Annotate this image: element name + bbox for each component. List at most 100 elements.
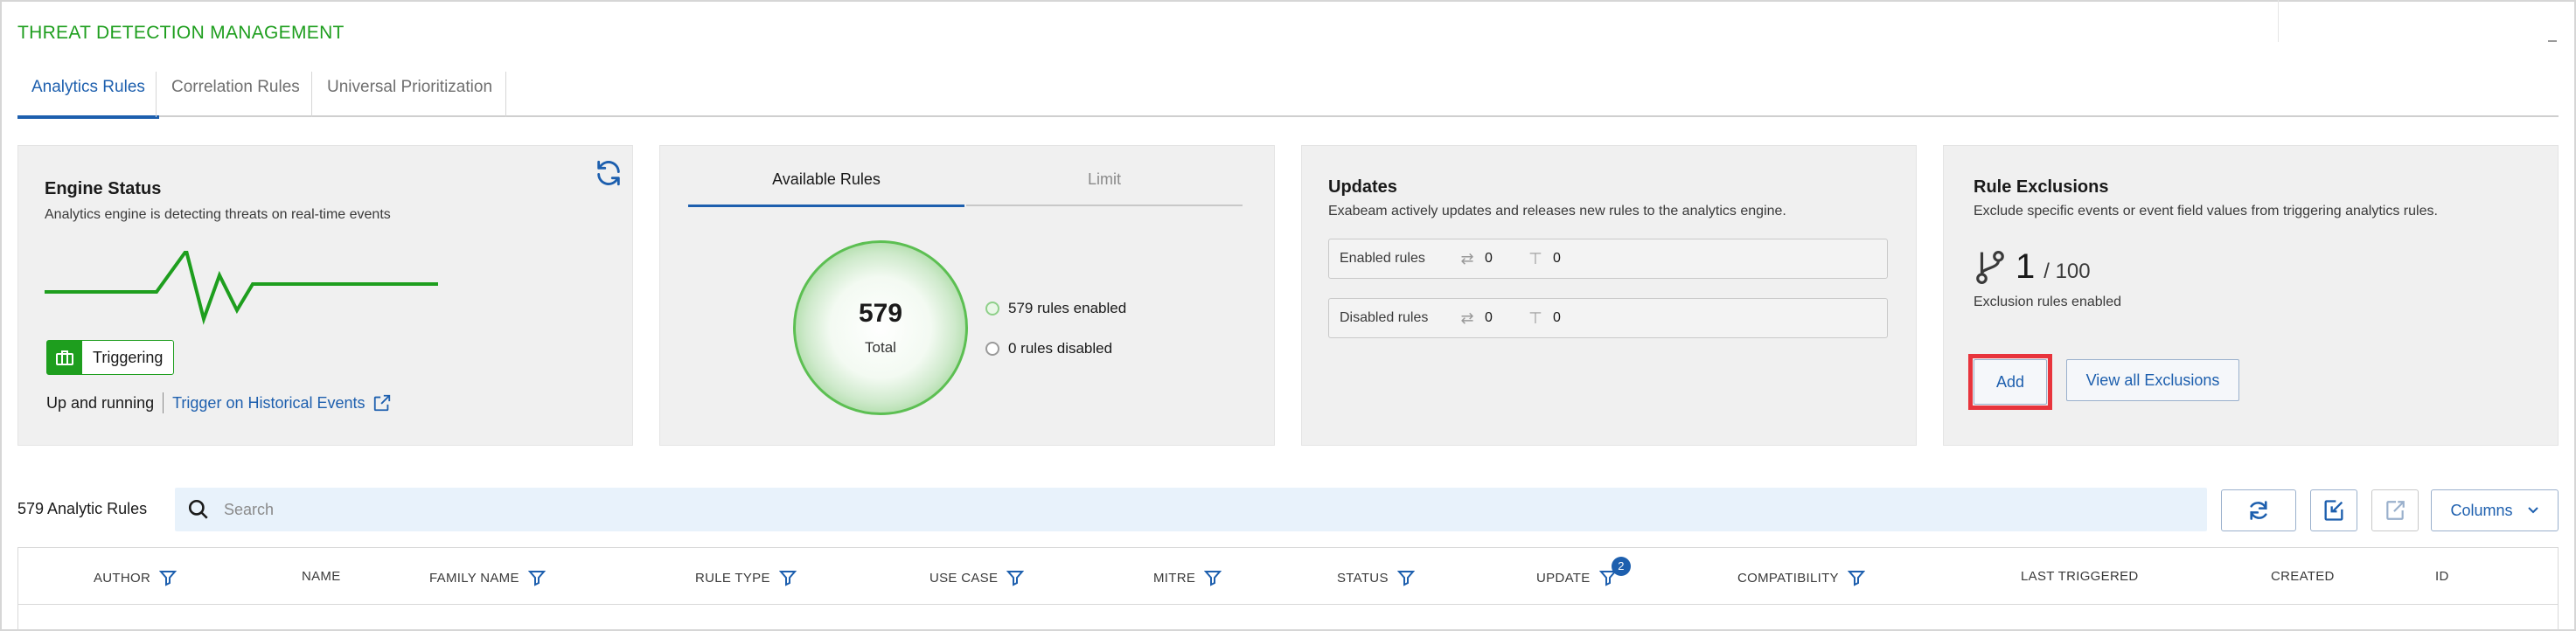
engine-status-card: Engine Status Analytics engine is detect… bbox=[17, 145, 633, 446]
rules-donut-chart: 579 Total bbox=[793, 240, 968, 415]
updates-card: Updates Exabeam actively updates and rel… bbox=[1301, 145, 1917, 446]
filter-icon[interactable] bbox=[1006, 569, 1025, 586]
column-created: CREATED bbox=[2271, 569, 2335, 584]
table-refresh-button[interactable] bbox=[2221, 489, 2296, 531]
column-use-case-label: USE CASE bbox=[929, 570, 999, 586]
column-rule-type-label: RULE TYPE bbox=[695, 570, 770, 586]
columns-label: Columns bbox=[2450, 501, 2513, 519]
tab-universal-prioritization[interactable]: Universal Prioritization bbox=[313, 72, 506, 117]
column-author-label: AUTHOR bbox=[94, 570, 151, 586]
column-created-label: CREATED bbox=[2271, 569, 2335, 584]
column-family-name-label: FAMILY NAME bbox=[429, 570, 519, 586]
rules-total-label: Total bbox=[865, 339, 896, 356]
exclusion-count-value: 1 bbox=[2016, 247, 2036, 286]
tab-divider bbox=[156, 72, 157, 117]
tab-limit[interactable]: Limit bbox=[966, 170, 1243, 206]
search-bar bbox=[175, 488, 2207, 531]
update-filter-badge: 2 bbox=[1612, 557, 1631, 576]
enabled-rules-updates[interactable]: Enabled rules ⇄ 0 ⊤ 0 bbox=[1328, 239, 1888, 279]
disabled-new-count: 0 bbox=[1553, 310, 1561, 325]
status-badge-label: Triggering bbox=[93, 348, 164, 366]
column-name: NAME bbox=[302, 569, 341, 584]
search-icon bbox=[188, 499, 208, 519]
chevron-down-icon bbox=[2527, 507, 2538, 514]
column-id: ID bbox=[2435, 569, 2449, 584]
exclusion-limit: / 100 bbox=[2043, 260, 2091, 283]
tab-divider bbox=[505, 72, 506, 117]
refresh-icon[interactable] bbox=[594, 158, 623, 188]
engine-status-title: Engine Status bbox=[45, 179, 162, 198]
tab-analytics-rules[interactable]: Analytics Rules bbox=[17, 72, 159, 119]
minimize-icon[interactable] bbox=[2548, 40, 2557, 42]
import-icon bbox=[2324, 500, 2343, 521]
new-rule-icon: ⊤ bbox=[1528, 249, 1542, 267]
table-header: AUTHOR NAME FAMILY NAME RULE TYPE USE CA… bbox=[17, 547, 2559, 605]
legend-disabled: 0 rules disabled bbox=[985, 340, 1112, 357]
updates-subtitle: Exabeam actively updates and releases ne… bbox=[1328, 204, 1786, 218]
disabled-dot-icon bbox=[985, 342, 999, 356]
tab-available-rules[interactable]: Available Rules bbox=[688, 170, 964, 207]
columns-dropdown[interactable]: Columns bbox=[2431, 489, 2559, 531]
import-button[interactable] bbox=[2310, 489, 2357, 531]
disabled-rules-updates[interactable]: Disabled rules ⇄ 0 ⊤ 0 bbox=[1328, 298, 1888, 338]
branch-fork-icon bbox=[1976, 250, 2004, 284]
column-compatibility: COMPATIBILITY bbox=[1737, 569, 1865, 586]
filter-icon[interactable] bbox=[159, 569, 178, 586]
heartbeat-line-icon bbox=[45, 251, 438, 325]
column-update-label: UPDATE bbox=[1536, 570, 1591, 586]
column-use-case: USE CASE bbox=[929, 569, 1025, 586]
refresh-icon bbox=[2250, 501, 2267, 520]
enabled-updated-count: 0 bbox=[1485, 251, 1493, 266]
column-name-label: NAME bbox=[302, 569, 341, 584]
external-link-icon bbox=[373, 394, 390, 412]
exclusion-count: 1 / 100 bbox=[1974, 247, 2091, 287]
column-status: STATUS bbox=[1337, 569, 1415, 586]
filter-icon[interactable] bbox=[527, 569, 546, 586]
repeat-icon: ⇄ bbox=[1460, 309, 1474, 327]
filter-icon[interactable] bbox=[1204, 569, 1222, 586]
available-rules-card: Available Rules Limit 579 Total 579 rule… bbox=[659, 145, 1275, 446]
column-update: UPDATE 2 bbox=[1536, 557, 1631, 586]
enabled-dot-icon bbox=[985, 302, 999, 316]
legend-enabled-label: 579 rules enabled bbox=[1008, 300, 1127, 316]
engine-running-text: Up and running bbox=[46, 393, 155, 412]
exclusion-caption: Exclusion rules enabled bbox=[1974, 295, 2121, 309]
view-all-exclusions-button[interactable]: View all Exclusions bbox=[2066, 359, 2239, 401]
tab-bar: Analytics Rules Correlation Rules Univer… bbox=[17, 72, 2559, 119]
rule-exclusions-subtitle: Exclude specific events or event field v… bbox=[1974, 204, 2438, 218]
column-compatibility-label: COMPATIBILITY bbox=[1737, 570, 1839, 586]
legend-disabled-label: 0 rules disabled bbox=[1008, 340, 1113, 357]
export-button[interactable] bbox=[2371, 489, 2419, 531]
divider bbox=[163, 392, 164, 413]
column-last-triggered-label: LAST TRIGGERED bbox=[2021, 569, 2139, 584]
column-mitre: MITRE bbox=[1153, 569, 1222, 586]
trigger-historical-label: Trigger on Historical Events bbox=[172, 393, 366, 412]
disabled-rules-label: Disabled rules bbox=[1340, 310, 1429, 325]
tab-correlation-rules[interactable]: Correlation Rules bbox=[157, 72, 314, 117]
table-body bbox=[17, 605, 2559, 631]
column-author: AUTHOR bbox=[94, 569, 178, 586]
add-exclusion-button[interactable]: Add bbox=[1974, 359, 2047, 405]
column-mitre-label: MITRE bbox=[1153, 570, 1196, 586]
tab-divider bbox=[311, 72, 312, 117]
column-rule-type: RULE TYPE bbox=[695, 569, 797, 586]
search-input[interactable] bbox=[224, 500, 2148, 519]
filter-icon[interactable] bbox=[778, 569, 797, 586]
rule-exclusions-title: Rule Exclusions bbox=[1974, 177, 2109, 197]
column-status-label: STATUS bbox=[1337, 570, 1389, 586]
filter-icon[interactable] bbox=[1847, 569, 1865, 586]
disabled-updated-count: 0 bbox=[1485, 310, 1493, 325]
filter-icon[interactable] bbox=[1396, 569, 1415, 586]
column-last-triggered: LAST TRIGGERED bbox=[2021, 569, 2139, 584]
trigger-historical-link[interactable]: Trigger on Historical Events bbox=[172, 393, 391, 413]
repeat-icon: ⇄ bbox=[1460, 249, 1474, 267]
page-title: THREAT DETECTION MANAGEMENT bbox=[17, 23, 345, 43]
engine-status-subtitle: Analytics engine is detecting threats on… bbox=[45, 207, 391, 222]
column-family-name: FAMILY NAME bbox=[429, 569, 546, 586]
rule-exclusions-card: Rule Exclusions Exclude specific events … bbox=[1943, 145, 2559, 446]
updates-title: Updates bbox=[1328, 177, 1397, 197]
rules-count: 579 Analytic Rules bbox=[17, 500, 148, 517]
enabled-new-count: 0 bbox=[1553, 251, 1561, 266]
export-icon bbox=[2386, 501, 2405, 520]
rules-total-value: 579 bbox=[858, 299, 903, 328]
